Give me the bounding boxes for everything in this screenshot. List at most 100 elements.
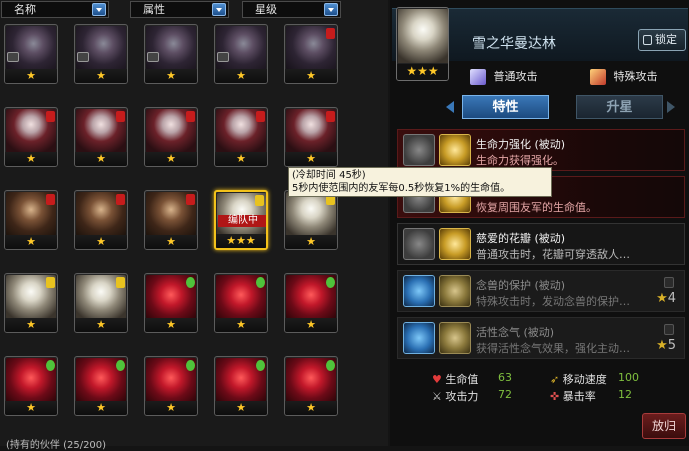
tab-starup[interactable]: 升星 <box>576 95 663 119</box>
attribute-icon <box>255 195 264 206</box>
hero-card[interactable]: ★ <box>144 190 198 250</box>
special-attack[interactable]: 特殊攻击 <box>590 68 658 85</box>
attribute-icon <box>326 360 335 371</box>
hero-card[interactable]: ★ <box>214 24 268 84</box>
hero-card[interactable]: ★ <box>284 273 338 333</box>
skill-rune-icon <box>439 134 471 166</box>
attribute-icon <box>46 360 55 371</box>
stat-crit-label: 暴击率 <box>562 390 596 403</box>
hero-portrait-image <box>398 9 448 63</box>
skill-row[interactable]: 念兽的保护 (被动) 特殊攻击时，发动念兽的保护… ★4 <box>397 270 685 312</box>
skill-tooltip: (冷却时间 45秒) 5秒内使范围内的友军每0.5秒恢复1%的生命值。 <box>288 167 552 197</box>
stat-speed-value: 100 <box>618 371 639 384</box>
stat-speed: ➶ 移动速度 <box>550 371 607 387</box>
lock-button[interactable]: 锁定 <box>638 29 686 51</box>
hero-star-rating: ★★★ <box>397 64 448 80</box>
filter-name-dropdown[interactable]: 名称 <box>1 1 109 18</box>
hero-card[interactable]: ★ <box>214 356 268 416</box>
hero-card-stars: ★ <box>285 152 337 166</box>
attribute-icon <box>116 194 125 205</box>
skill-title: 活性念气 (被动) <box>476 326 555 339</box>
skill-description: 生命力获得强化。 <box>476 154 564 167</box>
hero-card-stars: ★ <box>5 318 57 332</box>
hero-card-stars: ★ <box>5 69 57 83</box>
hero-card-stars: ★ <box>75 235 127 249</box>
hero-card[interactable]: ★ <box>4 107 58 167</box>
attribute-icon <box>256 277 265 288</box>
hero-card[interactable]: ★ <box>74 273 128 333</box>
lock-button-label: 锁定 <box>655 33 677 46</box>
skill-row[interactable]: 活性念气 (被动) 获得活性念气效果，强化主动… ★5 <box>397 317 685 359</box>
special-attack-label: 特殊攻击 <box>613 70 658 83</box>
hero-card-stars: ★ <box>5 152 57 166</box>
skill-title: 念兽的保护 (被动) <box>476 279 566 292</box>
filter-attribute-dropdown[interactable]: 属性 <box>130 1 229 18</box>
in-team-badge: 编队中 <box>218 215 266 227</box>
attribute-icon <box>326 28 335 39</box>
hero-card-stars: ★ <box>75 318 127 332</box>
stat-atk-label: 攻击力 <box>445 390 479 403</box>
hero-card-stars: ★ <box>145 401 197 415</box>
tab-prev-icon[interactable] <box>446 101 454 113</box>
attribute-icon <box>116 111 125 122</box>
skill-icon <box>403 228 435 260</box>
lock-icon <box>664 277 674 288</box>
normal-attack-label: 普通攻击 <box>493 70 538 83</box>
class-badge-icon <box>7 52 19 62</box>
hero-card-stars: ★★★ <box>216 234 266 248</box>
detail-tabs: 特性 升星 <box>446 95 676 119</box>
hero-card[interactable]: ★ <box>144 273 198 333</box>
hero-card[interactable]: ★ <box>214 273 268 333</box>
filter-star-dropdown[interactable]: 星级 <box>242 1 341 18</box>
skill-row[interactable]: 生命力强化 (被动) 生命力获得强化。 <box>397 129 685 171</box>
attribute-icon <box>46 277 55 288</box>
hero-card[interactable]: ★ <box>214 107 268 167</box>
hero-card[interactable]: ★ <box>284 356 338 416</box>
attribute-icon <box>116 277 125 288</box>
attribute-icon <box>186 194 195 205</box>
hero-card[interactable]: ★ <box>4 273 58 333</box>
hero-card[interactable]: ★ <box>4 356 58 416</box>
attribute-icon <box>326 111 335 122</box>
hero-card-stars: ★ <box>215 318 267 332</box>
hero-card-stars: ★ <box>215 69 267 83</box>
skill-description: 特殊攻击时，发动念兽的保护… <box>476 295 630 308</box>
hero-card[interactable]: ★ <box>284 190 338 250</box>
tab-traits[interactable]: 特性 <box>462 95 549 119</box>
hero-card[interactable]: ★ <box>284 107 338 167</box>
hero-card[interactable]: ★ <box>4 190 58 250</box>
skill-unlock-star: ★5 <box>656 338 676 353</box>
hero-card-portrait <box>146 26 196 70</box>
hero-card[interactable]: ★ <box>284 24 338 84</box>
hero-card[interactable]: ★ <box>74 356 128 416</box>
hero-name: 雪之华曼达林 <box>472 36 556 52</box>
skill-description: 普通攻击时，花瓣可穿透敌人… <box>476 248 630 261</box>
skill-row[interactable]: 慈爱的花瓣 (被动) 普通攻击时，花瓣可穿透敌人… <box>397 223 685 265</box>
hero-card[interactable]: ★ <box>4 24 58 84</box>
normal-attack[interactable]: 普通攻击 <box>470 68 538 85</box>
star-icon: ★ <box>656 338 668 353</box>
stat-atk-value: 72 <box>498 388 512 401</box>
hero-card-stars: ★ <box>145 318 197 332</box>
chevron-down-icon <box>92 3 106 16</box>
stat-hp-value: 63 <box>498 371 512 384</box>
skill-title: 慈爱的花瓣 (被动) <box>476 232 566 245</box>
hero-card-stars: ★ <box>5 235 57 249</box>
star-icon: ★ <box>656 291 668 306</box>
hero-card[interactable]: ★ <box>74 24 128 84</box>
hero-card-stars: ★ <box>75 152 127 166</box>
hero-card[interactable]: ★ <box>144 356 198 416</box>
skill-unlock-star: ★4 <box>656 291 676 306</box>
tab-next-icon[interactable] <box>667 101 675 113</box>
hero-card[interactable]: 编队中 ★★★ <box>214 190 268 250</box>
hero-card[interactable]: ★ <box>74 107 128 167</box>
release-button[interactable]: 放归 <box>642 413 686 439</box>
hero-card-stars: ★ <box>285 401 337 415</box>
tooltip-description: 5秒内使范围内的友军每0.5秒恢复1%的生命值。 <box>292 183 511 194</box>
normal-attack-icon <box>470 69 486 85</box>
hero-card[interactable]: ★ <box>74 190 128 250</box>
attribute-icon <box>46 111 55 122</box>
hero-card[interactable]: ★ <box>144 24 198 84</box>
hero-card-stars: ★ <box>285 318 337 332</box>
hero-card[interactable]: ★ <box>144 107 198 167</box>
